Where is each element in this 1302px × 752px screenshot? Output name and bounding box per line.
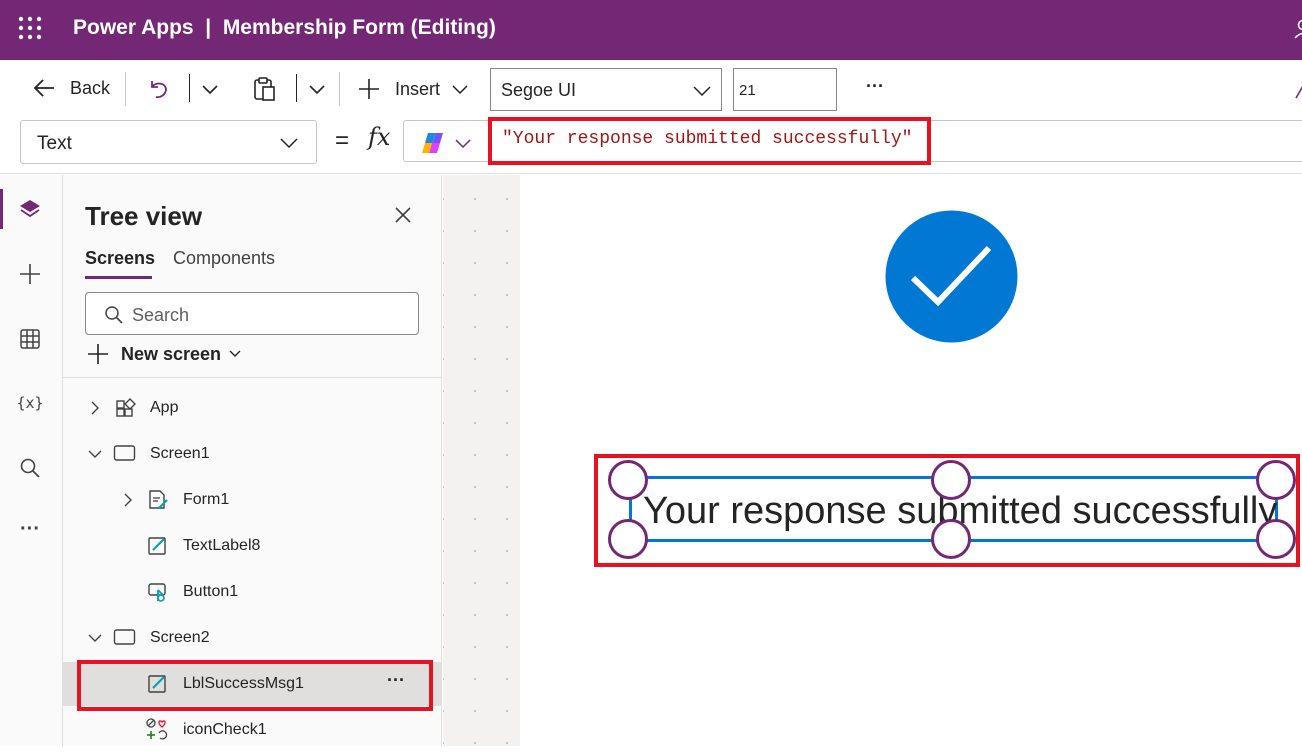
tree-item-form1[interactable]: Form1 (63, 478, 441, 522)
insert-plus-icon[interactable] (16, 260, 44, 288)
chevron-right-icon[interactable] (90, 401, 100, 415)
highlight-box (77, 660, 433, 711)
font-size-value: 21 (739, 82, 756, 99)
divider (296, 74, 297, 102)
chevron-down-icon[interactable] (88, 449, 102, 459)
chevron-down-icon (693, 85, 711, 96)
tree-item-label: Button1 (183, 583, 238, 601)
tree-item-label: Form1 (183, 491, 229, 509)
chevron-down-icon (452, 84, 468, 94)
search-icon[interactable] (16, 454, 44, 482)
tree-item-label: Screen2 (150, 629, 210, 647)
arrow-left-icon (32, 77, 56, 99)
tree-view-layers-icon[interactable] (16, 195, 44, 223)
close-icon[interactable] (394, 206, 412, 229)
property-value: Text (37, 133, 72, 155)
tab-screens[interactable]: Screens (85, 248, 155, 269)
insert-label: Insert (395, 79, 440, 100)
form-icon (147, 489, 169, 511)
tree-search-input[interactable]: Search (85, 292, 419, 335)
more-icon[interactable]: ··· (16, 515, 44, 543)
app-launcher-icon[interactable] (18, 16, 42, 40)
copilot-icon[interactable] (421, 131, 447, 160)
app-icon (115, 397, 137, 419)
left-rail: {x} ··· (0, 175, 63, 746)
font-family-value: Segoe UI (501, 80, 576, 101)
title-separator: | (205, 16, 211, 39)
document-title: Membership Form (Editing) (223, 16, 496, 39)
chevron-down-icon (280, 137, 298, 148)
screen-icon (113, 444, 137, 462)
tab-underline (85, 276, 152, 279)
font-size-input[interactable]: 21 (733, 68, 837, 111)
divider (189, 74, 190, 102)
insert-button[interactable]: Insert (357, 77, 468, 101)
property-dropdown[interactable]: Text (20, 120, 317, 164)
pen-icon[interactable] (1294, 84, 1302, 105)
undo-chevron-down-icon[interactable] (201, 82, 219, 100)
tree-view-panel: Tree view Screens Components Search New … (63, 175, 442, 746)
plus-icon (357, 77, 381, 101)
chevron-right-icon[interactable] (123, 493, 133, 507)
fx-icon: fx (368, 123, 390, 151)
formula-text[interactable]: "Your response submitted successfully" (502, 129, 912, 149)
new-screen-button[interactable]: New screen (87, 343, 241, 365)
divider (339, 72, 340, 106)
tab-components[interactable]: Components (173, 248, 275, 269)
new-screen-label: New screen (121, 344, 221, 365)
divider (125, 72, 126, 106)
user-icon[interactable] (1294, 18, 1302, 40)
tree-item-label: iconCheck1 (183, 721, 267, 739)
tree-view-title: Tree view (85, 201, 202, 232)
tree-item-textlabel8[interactable]: TextLabel8 (63, 524, 441, 568)
plus-icon (87, 343, 109, 365)
chevron-down-icon (229, 350, 241, 358)
variables-icon[interactable]: {x} (16, 389, 44, 417)
back-label: Back (70, 78, 110, 99)
tree-item-button1[interactable]: Button1 (63, 570, 441, 614)
label-icon (147, 535, 169, 557)
app-screen: Your response submitted successfully (520, 175, 1302, 746)
font-family-dropdown[interactable]: Segoe UI (490, 68, 722, 111)
search-icon (104, 305, 124, 325)
formula-bar: Text = fx "Your response submitted succe… (0, 118, 1302, 174)
tree-item-screen1[interactable]: Screen1 (63, 432, 441, 476)
command-bar: Back Insert Segoe UI 21 ··· (0, 60, 1302, 118)
chevron-down-icon[interactable] (455, 138, 471, 148)
chevron-down-icon[interactable] (88, 633, 102, 643)
tree-item-app[interactable]: App (63, 386, 441, 430)
more-options-button[interactable]: ··· (866, 76, 884, 97)
tree-item-iconcheck1[interactable]: iconCheck1 (63, 708, 441, 752)
paste-icon[interactable] (252, 76, 276, 107)
icon-control-icon (145, 717, 169, 741)
divider (63, 377, 441, 378)
screen-icon (113, 628, 137, 646)
tree-item-label: Screen1 (150, 445, 210, 463)
product-name: Power Apps (73, 16, 194, 39)
search-placeholder: Search (132, 305, 189, 326)
undo-icon[interactable] (146, 77, 170, 106)
checkmark-circle-icon[interactable] (885, 210, 1018, 348)
active-indicator (0, 189, 3, 229)
title-bar: Power Apps | Membership Form (Editing) (0, 0, 1302, 60)
tree-item-label: App (150, 399, 178, 417)
tree-item-screen2[interactable]: Screen2 (63, 616, 441, 660)
highlight-box (594, 454, 1300, 567)
tree-item-label: TextLabel8 (183, 537, 260, 555)
data-table-icon[interactable] (16, 325, 44, 353)
app-title: Power Apps | Membership Form (Editing) (73, 16, 496, 40)
button-icon (147, 581, 169, 603)
paste-chevron-down-icon[interactable] (308, 82, 326, 100)
equals-sign: = (335, 127, 349, 155)
back-button[interactable]: Back (32, 77, 110, 99)
